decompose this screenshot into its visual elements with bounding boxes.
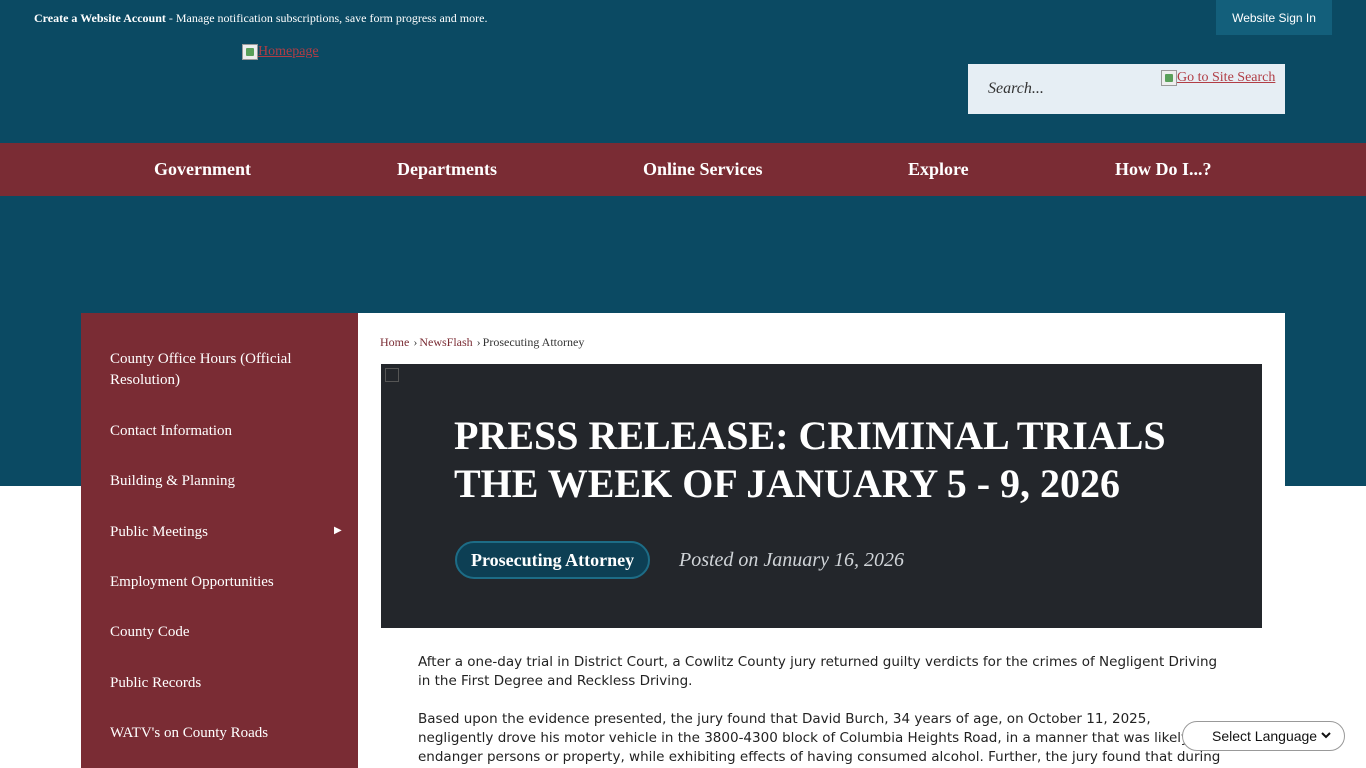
breadcrumb: Home › NewsFlash › Prosecuting Attorney — [380, 335, 584, 350]
nav-explore[interactable]: Explore — [908, 143, 969, 196]
sidebar-item-county-office-hours[interactable]: County Office Hours (Official Resolution… — [110, 349, 330, 391]
article-hero: PRESS RELEASE: CRIMINAL TRIALS THE WEEK … — [381, 364, 1262, 628]
article-paragraph-1: After a one-day trial in District Court,… — [418, 654, 1218, 689]
breadcrumb-separator: › — [413, 335, 418, 349]
create-account-description: - Manage notification subscriptions, sav… — [165, 11, 488, 25]
create-account-link[interactable]: Create a Website Account — [34, 11, 166, 25]
search-button[interactable]: Go to Site Search — [1161, 70, 1275, 86]
sidebar-item-watvs-county-roads[interactable]: WATV's on County Roads — [110, 723, 330, 744]
sidebar-item-public-meetings[interactable]: Public Meetings — [110, 522, 330, 543]
broken-image-icon — [242, 44, 258, 60]
nav-how-do-i[interactable]: How Do I...? — [1115, 143, 1212, 196]
top-bar: Create a Website Account - Manage notifi… — [0, 0, 1366, 36]
sidebar-item-employment-opportunities[interactable]: Employment Opportunities — [110, 572, 330, 593]
main-content: Home › NewsFlash › Prosecuting Attorney PRES… — [358, 313, 1285, 768]
hero-image-placeholder — [385, 368, 399, 382]
sidebar-item-building-planning[interactable]: Building & Planning — [110, 471, 330, 492]
nav-online-services[interactable]: Online Services — [643, 143, 763, 196]
breadcrumb-home[interactable]: Home — [380, 335, 409, 349]
search-broken-image-icon — [1161, 70, 1177, 86]
nav-government[interactable]: Government — [154, 143, 251, 196]
search-input[interactable] — [978, 74, 1158, 104]
sidebar-item-contact-information[interactable]: Contact Information — [110, 421, 330, 442]
website-sign-in-button[interactable]: Website Sign In — [1216, 0, 1332, 35]
homepage-logo-alt: Homepage — [258, 44, 319, 59]
breadcrumb-current: Prosecuting Attorney — [482, 335, 585, 349]
language-label: Select Language — [1212, 728, 1318, 744]
category-tag[interactable]: Prosecuting Attorney — [455, 541, 651, 579]
sidebar-item-public-records[interactable]: Public Records — [110, 673, 330, 694]
chevron-down-icon — [1321, 732, 1331, 739]
expand-arrow-icon[interactable]: ▶ — [334, 525, 342, 536]
article-title: PRESS RELEASE: CRIMINAL TRIALS THE WEEK … — [454, 413, 1166, 506]
site-search: Go to Site Search — [968, 64, 1285, 114]
breadcrumb-separator: › — [476, 335, 481, 349]
article-paragraph-2: Based upon the evidence presented, the j… — [418, 711, 1221, 765]
nav-departments[interactable]: Departments — [397, 143, 497, 196]
breadcrumb-newsflash[interactable]: NewsFlash — [419, 335, 472, 349]
sidebar-menu: County Office Hours (Official Resolution… — [81, 313, 358, 768]
search-button-alt: Go to Site Search — [1177, 70, 1276, 85]
homepage-logo-link[interactable]: Homepage — [242, 44, 319, 60]
language-selector[interactable]: Select Language — [1182, 721, 1345, 751]
posted-date: Posted on January 16, 2026 — [679, 549, 904, 571]
site-header: Homepage Go to Site Search — [0, 36, 1366, 143]
sidebar-item-county-code[interactable]: County Code — [110, 622, 330, 643]
create-account-banner[interactable]: Create a Website Account - Manage notifi… — [34, 11, 487, 26]
main-navigation: Government Departments Online Services E… — [0, 143, 1366, 196]
